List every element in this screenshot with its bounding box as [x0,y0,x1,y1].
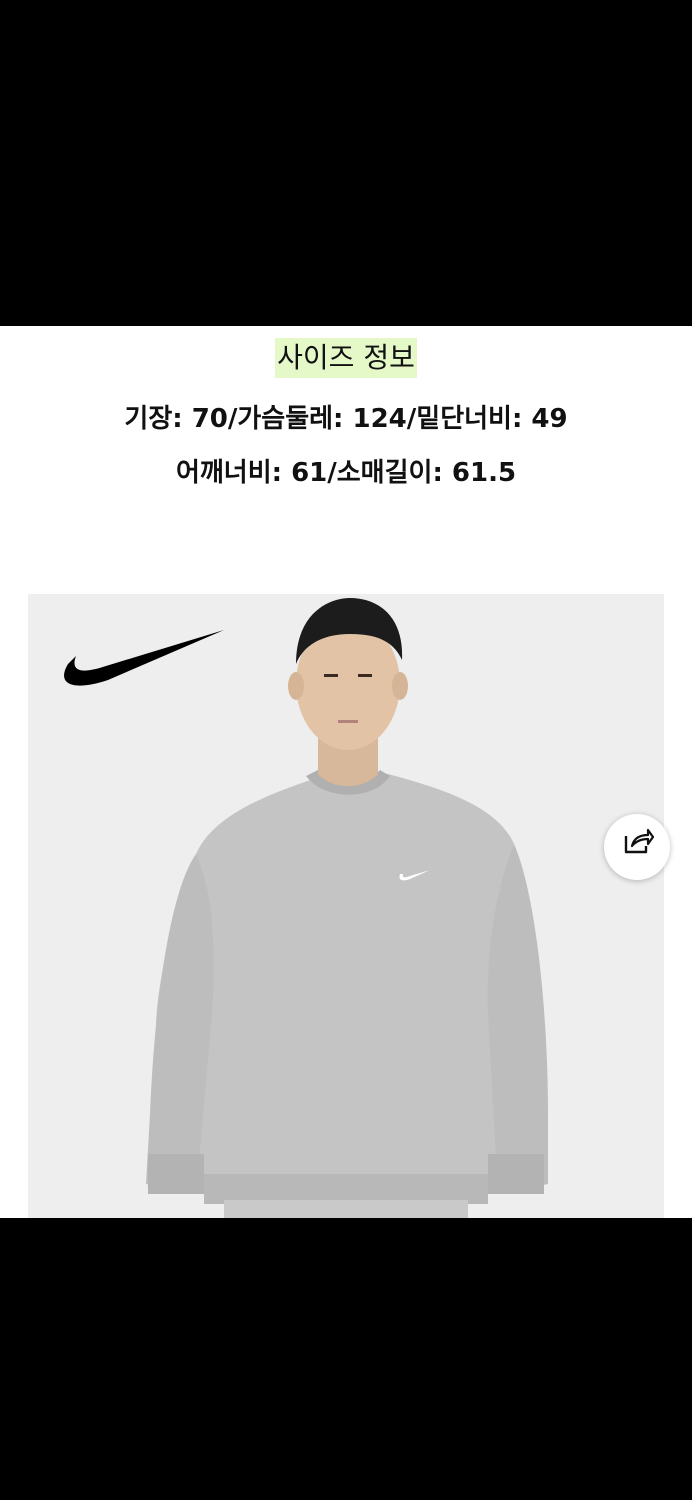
right-ear [392,672,408,700]
title-wrap: 사이즈 정보 [0,338,692,378]
size-info-title: 사이즈 정보 [275,338,417,378]
product-photo [28,594,664,1218]
post-content: 사이즈 정보 기장: 70/가슴둘레: 124/밑단너비: 49 어깨너비: 6… [0,326,692,1218]
share-icon [624,828,654,854]
bottom-letterbox [0,1218,692,1500]
left-cuff [148,1154,204,1194]
share-button[interactable] [604,814,670,880]
mouth [338,720,358,723]
right-cuff [488,1154,544,1194]
left-ear [288,672,304,700]
left-eye [324,674,338,677]
right-eye [358,674,372,677]
size-line-1: 기장: 70/가슴둘레: 124/밑단너비: 49 [124,404,568,434]
product-illustration [64,598,548,1218]
pants [224,1200,468,1218]
size-line-2: 어깨너비: 61/소매길이: 61.5 [175,458,517,488]
hem [204,1174,488,1204]
nike-swoosh-icon [64,630,224,686]
top-letterbox [0,0,692,326]
